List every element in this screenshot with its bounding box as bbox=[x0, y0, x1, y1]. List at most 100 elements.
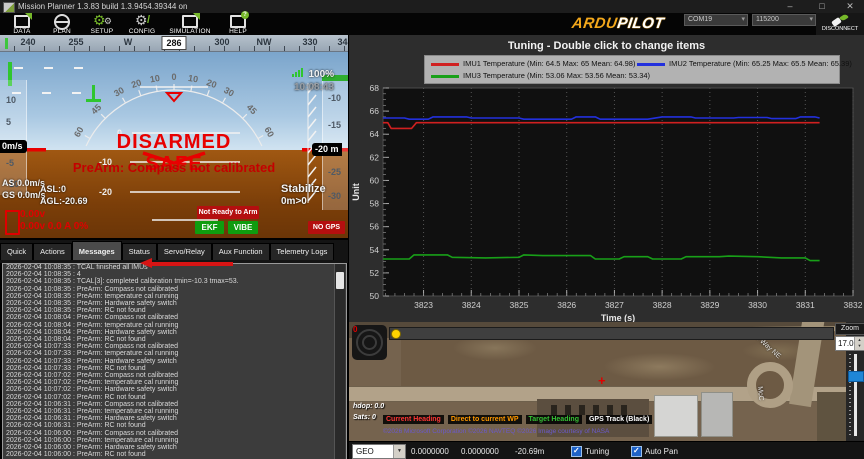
message-row[interactable]: 2026-02-04 10:06:31 : PreArm: RC not fou… bbox=[3, 422, 346, 429]
toolbar-button-label: CONFIG bbox=[128, 28, 156, 35]
message-row[interactable]: 2026-02-04 10:08:04 : PreArm: Hardware s… bbox=[3, 329, 346, 336]
flight-progress-bar[interactable] bbox=[389, 327, 834, 340]
svg-text:66: 66 bbox=[370, 106, 380, 116]
vibe-button[interactable]: VIBE bbox=[228, 221, 258, 234]
compass-label: 300 bbox=[214, 37, 230, 47]
toolbar-button-data[interactable]: DATA bbox=[2, 13, 42, 35]
toolbar-button-setup[interactable]: SETUP bbox=[82, 12, 122, 35]
toolbar-button-plan[interactable]: PLAN bbox=[42, 13, 82, 35]
messages-list[interactable]: 2026-02-04 10:08:35 : TCAL finished all … bbox=[2, 263, 347, 459]
legend-swatch bbox=[637, 62, 665, 66]
message-row[interactable]: 2026-02-04 10:08:35 : PreArm: Compass no… bbox=[3, 286, 346, 293]
toolbar-button-config[interactable]: CONFIG bbox=[122, 12, 162, 35]
message-row[interactable]: 2026-02-04 10:07:33 : PreArm: RC not fou… bbox=[3, 365, 346, 372]
message-row[interactable]: 2026-02-04 10:06:31 : PreArm: Compass no… bbox=[3, 401, 346, 408]
chart-title: Tuning - Double click to change items bbox=[507, 40, 706, 52]
compass-label: NW bbox=[256, 37, 272, 47]
map-status-bar: GEO ▼ 0.0000000 0.0000000 -20.69m Tuning… bbox=[349, 441, 864, 459]
minimize-button[interactable]: – bbox=[784, 1, 796, 12]
message-row[interactable]: 2026-02-04 10:08:35 : PreArm: Hardware s… bbox=[3, 300, 346, 307]
toolbar-button-label: HELP bbox=[229, 28, 247, 35]
airspeed-tape-label: 5 bbox=[6, 117, 12, 127]
arm-status-badge: Not Ready to Arm bbox=[197, 206, 259, 219]
message-row[interactable]: 2026-02-04 10:06:31 : PreArm: Hardware s… bbox=[3, 415, 346, 422]
message-row[interactable]: 2026-02-04 10:06:00 : PreArm: temperatur… bbox=[3, 437, 346, 444]
airspeed-tape-label: 10 bbox=[6, 95, 17, 105]
zoom-slider-handle[interactable] bbox=[848, 371, 864, 382]
plan-icon bbox=[52, 14, 72, 30]
street-label: McC bbox=[755, 385, 765, 402]
tuning-checkbox-label[interactable]: Tuning bbox=[585, 447, 609, 456]
signal-bars-icon bbox=[292, 64, 304, 82]
message-row[interactable]: 2026-02-04 10:06:00 : PreArm: Compass no… bbox=[3, 430, 346, 437]
svg-text:3827: 3827 bbox=[605, 300, 624, 310]
svg-text:58: 58 bbox=[370, 199, 380, 209]
message-row[interactable]: 2026-02-04 10:08:04 : PreArm: temperatur… bbox=[3, 322, 346, 329]
disconnect-button[interactable]: DISCONNECT bbox=[816, 13, 864, 35]
message-row[interactable]: 2026-02-04 10:08:04 : PreArm: Compass no… bbox=[3, 314, 346, 321]
message-row[interactable]: 2026-02-04 10:07:02 : PreArm: temperatur… bbox=[3, 379, 346, 386]
battery-detail: 0.00v 0.0 A 0% bbox=[20, 221, 89, 232]
toolbar-button-help[interactable]: HELP bbox=[218, 11, 258, 35]
svg-text:56: 56 bbox=[370, 222, 380, 232]
zoom-slider[interactable] bbox=[854, 354, 857, 436]
message-row[interactable]: 2026-02-04 10:08:04 : PreArm: RC not fou… bbox=[3, 336, 346, 343]
compass-label: 255 bbox=[68, 37, 84, 47]
progress-marker[interactable] bbox=[391, 329, 401, 339]
svg-text:30: 30 bbox=[222, 85, 236, 99]
message-row[interactable]: 2026-02-04 10:07:02 : PreArm: Compass no… bbox=[3, 372, 346, 379]
message-row[interactable]: 2026-02-04 10:08:35 : PreArm: RC not fou… bbox=[3, 307, 346, 314]
tuning-chart-panel[interactable]: Tuning - Double click to change items IM… bbox=[349, 35, 864, 322]
hud-compass-tape: 240 255 W 300 NW 330 345 286 bbox=[0, 35, 348, 52]
prearm-warning: PreArm: Compass not calibrated bbox=[72, 160, 276, 175]
toolbar-button-simulation[interactable]: SIMULATION bbox=[162, 13, 218, 35]
message-row[interactable]: 2026-02-04 10:06:00 : PreArm: RC not fou… bbox=[3, 451, 346, 458]
svg-text:20: 20 bbox=[130, 77, 143, 90]
tab-quick[interactable]: Quick bbox=[0, 243, 34, 260]
message-row[interactable]: 2026-02-04 10:08:35 : 4 bbox=[3, 271, 346, 278]
tuning-checkbox[interactable] bbox=[571, 446, 582, 457]
message-row[interactable]: 2026-02-04 10:08:35 : PreArm: temperatur… bbox=[3, 293, 346, 300]
ekf-button[interactable]: EKF bbox=[195, 221, 224, 234]
map-copyright: ©2026 Microsoft Corporation ©2026 NAVTEQ… bbox=[383, 428, 610, 435]
main-toolbar: DATA PLAN SETUP CONFIG SIMULATION HELP ARDUPI… bbox=[0, 11, 864, 56]
altitude-tape-label: -10 bbox=[328, 93, 342, 103]
com-port-select[interactable]: COM19 bbox=[684, 14, 748, 26]
zoom-label: Zoom bbox=[835, 323, 864, 335]
messages-scrollbar[interactable] bbox=[334, 264, 345, 459]
setup-icon bbox=[92, 12, 112, 29]
heading-value-box: 286 bbox=[161, 36, 187, 50]
hud[interactable]: 60 45 30 20 10 0 10 20 30 45 60 0 -10 -20 240 255 W 300 N… bbox=[0, 35, 348, 238]
message-row[interactable]: 2026-02-04 10:08:35 : TCAL[3]: completed… bbox=[3, 278, 346, 285]
message-row[interactable]: 2026-02-04 10:07:33 : PreArm: Compass no… bbox=[3, 343, 346, 350]
message-row[interactable]: 2026-02-04 10:07:02 : PreArm: RC not fou… bbox=[3, 394, 346, 401]
tab-messages[interactable]: Messages bbox=[71, 241, 122, 260]
message-row[interactable]: 2026-02-04 10:07:33 : PreArm: Hardware s… bbox=[3, 358, 346, 365]
spinner-arrows-icon[interactable]: ▲ ▼ bbox=[854, 337, 864, 350]
maximize-button[interactable]: □ bbox=[816, 1, 828, 12]
chart-plot[interactable]: 3823 3824 3825 3826 3827 3828 3829 3830 3831 3832… bbox=[349, 83, 864, 322]
scrollbar-thumb[interactable] bbox=[336, 272, 344, 289]
dropdown-arrow-icon[interactable]: ▼ bbox=[393, 445, 405, 458]
baud-rate-select[interactable]: 115200 bbox=[752, 14, 816, 26]
map-legend-chip: GPS Track (Black) bbox=[585, 415, 653, 424]
compass-label: 345 bbox=[337, 37, 348, 47]
coord-system-select[interactable]: GEO ▼ bbox=[352, 444, 406, 459]
tab-telemetry-logs[interactable]: Telemetry Logs bbox=[269, 243, 335, 260]
zoom-spinner[interactable]: 17.0 ▲ ▼ bbox=[835, 336, 864, 351]
message-row[interactable]: 2026-02-04 10:06:31 : PreArm: temperatur… bbox=[3, 408, 346, 415]
svg-text:3826: 3826 bbox=[557, 300, 576, 310]
message-row[interactable]: 2026-02-04 10:07:02 : PreArm: Hardware s… bbox=[3, 386, 346, 393]
compass-home-tick bbox=[5, 38, 8, 49]
autopan-checkbox-label[interactable]: Auto Pan bbox=[645, 447, 678, 456]
chart-legend: IMU1 Temperature (Min: 64.5 Max: 65 Mean… bbox=[424, 55, 852, 84]
message-row[interactable]: 2026-02-04 10:06:00 : PreArm: Hardware s… bbox=[3, 444, 346, 451]
svg-text:Unit: Unit bbox=[351, 183, 361, 201]
close-button[interactable]: ✕ bbox=[844, 1, 856, 12]
latitude-readout: 0.0000000 bbox=[411, 447, 449, 456]
svg-text:0: 0 bbox=[171, 72, 176, 82]
autopan-checkbox[interactable] bbox=[631, 446, 642, 457]
message-row[interactable]: 2026-02-04 10:07:33 : PreArm: temperatur… bbox=[3, 350, 346, 357]
map-panel[interactable]: ll Way NE McC low Trail NE + 0 Zoom 17.0… bbox=[349, 322, 864, 441]
tab-actions[interactable]: Actions bbox=[33, 243, 72, 260]
